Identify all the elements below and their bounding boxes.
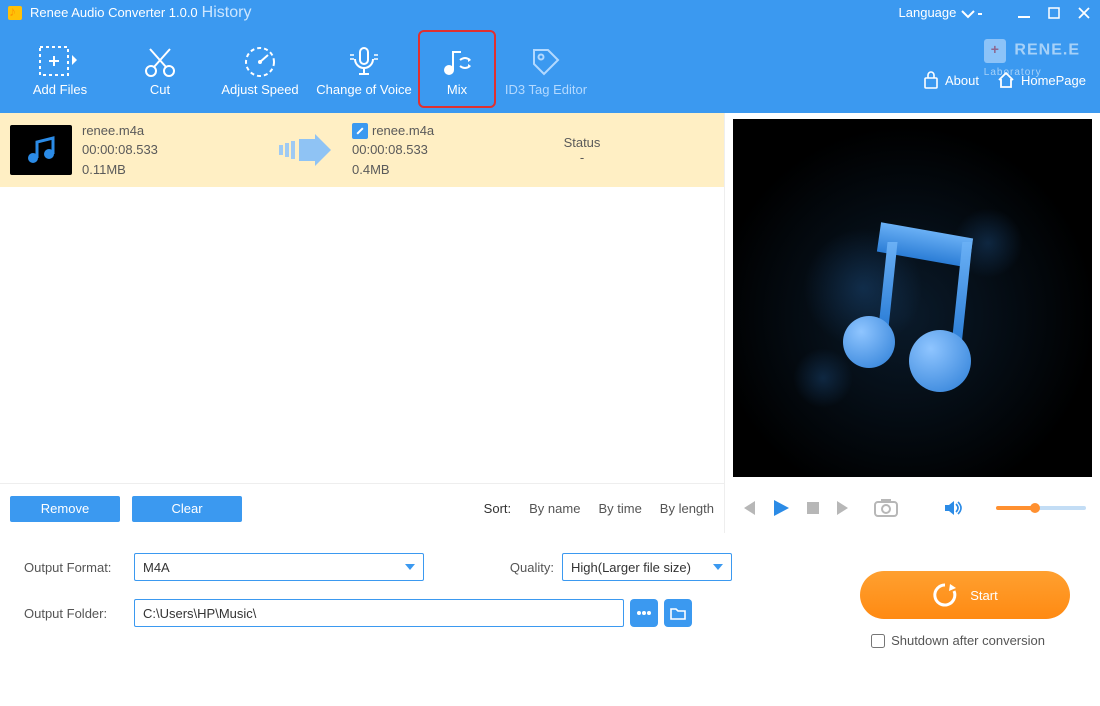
- quality-select[interactable]: High(Larger file size): [562, 553, 732, 581]
- source-info: renee.m4a 00:00:08.533 0.11MB: [82, 121, 262, 180]
- minimize-button[interactable]: [1016, 5, 1032, 21]
- file-row[interactable]: renee.m4a 00:00:08.533 0.11MB renee.m4a …: [0, 113, 724, 187]
- home-icon: [997, 71, 1015, 89]
- sort-by-name[interactable]: By name: [529, 501, 580, 516]
- browse-folder-button[interactable]: [664, 599, 692, 627]
- add-files-button[interactable]: Add Files: [10, 30, 110, 108]
- target-size: 0.4MB: [352, 160, 532, 180]
- mix-icon: [440, 46, 474, 78]
- about-link[interactable]: About: [923, 71, 979, 89]
- change-voice-button[interactable]: Change of Voice: [310, 30, 418, 108]
- prev-track-button[interactable]: [739, 499, 757, 517]
- list-empty-area: [0, 187, 724, 483]
- sort-label: Sort:: [484, 501, 511, 516]
- preview-display: [733, 119, 1092, 477]
- sort-by-length[interactable]: By length: [660, 501, 714, 516]
- status-column: Status -: [532, 135, 632, 165]
- snapshot-button[interactable]: [873, 497, 899, 519]
- remove-button[interactable]: Remove: [10, 496, 120, 522]
- clear-button[interactable]: Clear: [132, 496, 242, 522]
- app-logo-icon: [8, 6, 22, 20]
- scissors-icon: [142, 45, 178, 79]
- chevron-down-icon: [405, 564, 415, 570]
- player-controls: [725, 483, 1100, 533]
- volume-slider[interactable]: [996, 506, 1086, 510]
- id3-tag-editor-button[interactable]: ID3 Tag Editor: [496, 30, 596, 108]
- status-value: -: [532, 150, 632, 165]
- microphone-icon: [347, 45, 381, 79]
- toolbar: Add Files Cut Adjust Speed Change of Voi…: [0, 25, 1100, 113]
- shutdown-checkbox[interactable]: Shutdown after conversion: [871, 633, 1045, 648]
- lock-icon: [923, 71, 939, 89]
- file-list-area: renee.m4a 00:00:08.533 0.11MB renee.m4a …: [0, 113, 725, 533]
- source-size: 0.11MB: [82, 160, 262, 180]
- play-button[interactable]: [771, 498, 791, 518]
- target-info: renee.m4a 00:00:08.533 0.4MB: [352, 121, 532, 180]
- convert-arrow-icon: [262, 133, 352, 167]
- tag-icon: [530, 46, 562, 78]
- chevron-down-icon: [713, 564, 723, 570]
- ellipsis-icon: [636, 610, 652, 616]
- preview-panel: [725, 113, 1100, 533]
- history-link[interactable]: History: [202, 4, 252, 22]
- output-folder-label: Output Folder:: [24, 606, 134, 621]
- folder-icon: [670, 606, 686, 620]
- add-files-icon: [38, 45, 82, 79]
- next-track-button[interactable]: [835, 499, 853, 517]
- shutdown-checkbox-input[interactable]: [871, 634, 885, 648]
- close-button[interactable]: [1076, 5, 1092, 21]
- file-thumbnail: [10, 125, 72, 175]
- brand-cross-icon: [984, 39, 1006, 63]
- sort-by-time[interactable]: By time: [598, 501, 641, 516]
- music-note-icon: [823, 208, 1003, 388]
- homepage-link[interactable]: HomePage: [997, 71, 1086, 89]
- edit-icon[interactable]: [352, 123, 368, 139]
- gauge-icon: [243, 45, 277, 79]
- right-links: About HomePage: [923, 71, 1086, 89]
- cut-button[interactable]: Cut: [110, 30, 210, 108]
- language-dropdown[interactable]: Language: [899, 5, 982, 20]
- target-name: renee.m4a: [372, 123, 434, 138]
- refresh-icon: [932, 582, 958, 608]
- app-title: Renee Audio Converter 1.0.0: [30, 5, 198, 20]
- mix-button[interactable]: Mix: [418, 30, 496, 108]
- more-button[interactable]: [630, 599, 658, 627]
- stop-button[interactable]: [805, 500, 821, 516]
- header: Renee Audio Converter 1.0.0 History Lang…: [0, 0, 1100, 113]
- output-folder-input[interactable]: C:\Users\HP\Music\: [134, 599, 624, 627]
- start-button[interactable]: Start: [860, 571, 1070, 619]
- content-area: renee.m4a 00:00:08.533 0.11MB renee.m4a …: [0, 113, 1100, 533]
- volume-icon[interactable]: [943, 499, 963, 517]
- list-footer: Remove Clear Sort: By name By time By le…: [0, 483, 724, 533]
- target-duration: 00:00:08.533: [352, 140, 532, 160]
- status-label: Status: [532, 135, 632, 150]
- titlebar: Renee Audio Converter 1.0.0 History Lang…: [0, 0, 1100, 25]
- bottom-panel: Output Format: M4A Quality: High(Larger …: [0, 533, 1100, 673]
- sort-area: Sort: By name By time By length: [484, 501, 714, 516]
- maximize-button[interactable]: [1046, 5, 1062, 21]
- quality-label: Quality:: [474, 560, 554, 575]
- output-format-label: Output Format:: [24, 560, 134, 575]
- source-name: renee.m4a: [82, 121, 262, 141]
- source-duration: 00:00:08.533: [82, 140, 262, 160]
- adjust-speed-button[interactable]: Adjust Speed: [210, 30, 310, 108]
- output-format-select[interactable]: M4A: [134, 553, 424, 581]
